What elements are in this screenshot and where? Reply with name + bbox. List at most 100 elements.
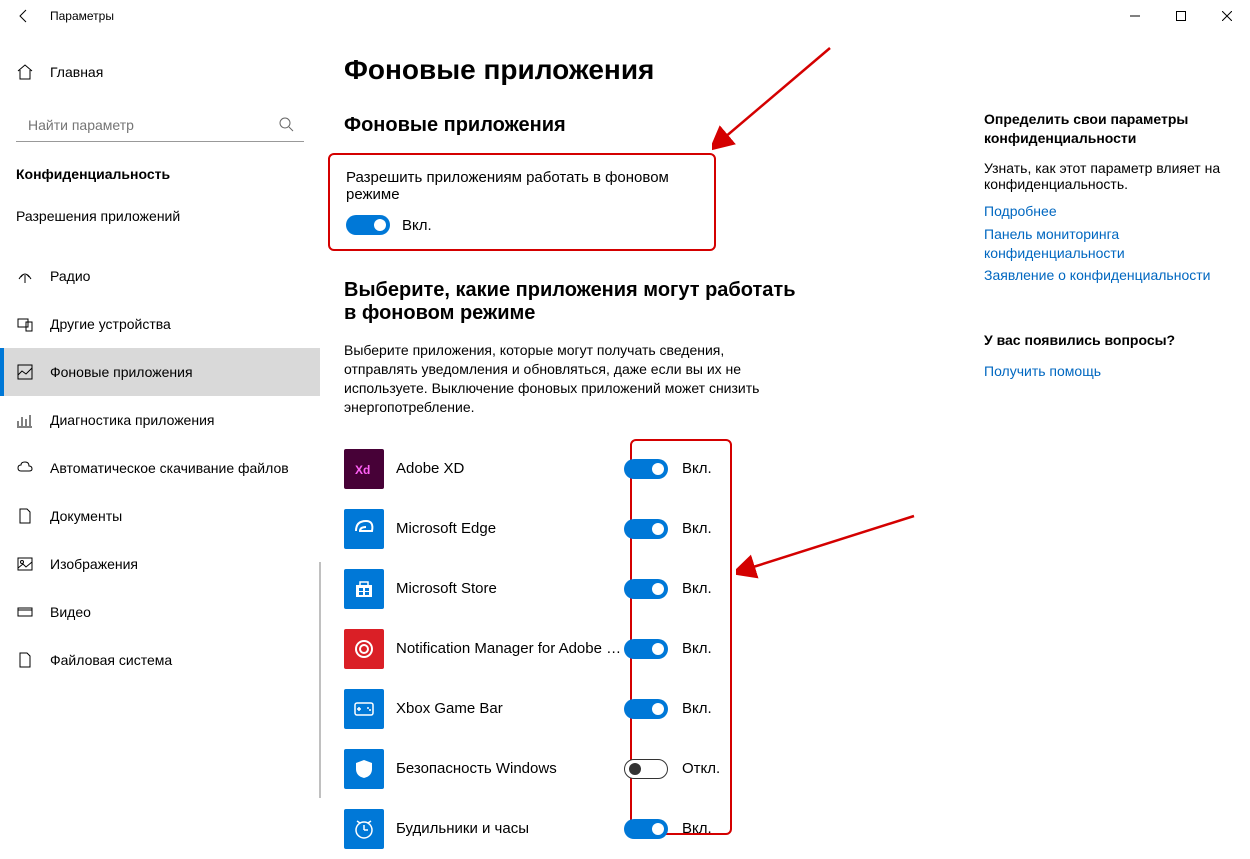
app-toggle-state: Откл. [682,760,720,777]
maximize-icon [1176,11,1186,21]
app-icon [344,749,384,789]
app-name: Microsoft Edge [384,520,624,537]
sidebar-item-filesystem[interactable]: Файловая система [0,636,320,684]
app-name: Безопасность Windows [384,760,624,777]
page-title: Фоновые приложения [344,54,984,86]
window-controls [1112,0,1250,32]
svg-text:Xd: Xd [355,463,370,477]
section-title-1: Фоновые приложения [344,114,984,137]
app-toggle[interactable] [624,759,668,779]
sidebar-item-radio[interactable]: Радио [0,252,320,300]
search-icon [278,116,294,132]
pictures-icon [16,555,34,573]
app-row: Xd Adobe XD Вкл. [344,439,984,499]
app-name: Будильники и часы [384,820,624,837]
section-description: Выберите приложения, которые могут получ… [344,341,774,417]
app-icon: Xd [344,449,384,489]
maximize-button[interactable] [1158,0,1204,32]
document-icon [16,507,34,525]
app-row: Microsoft Edge Вкл. [344,499,984,559]
titlebar: Параметры [0,0,1250,32]
sidebar-item-videos[interactable]: Видео [0,588,320,636]
scrollbar[interactable] [319,562,321,798]
app-icon [344,689,384,729]
sidebar-item-label: Автоматическое скачивание файлов [50,460,289,476]
minimize-button[interactable] [1112,0,1158,32]
video-icon [16,603,34,621]
app-toggle-state: Вкл. [682,820,712,837]
search-input[interactable] [16,108,304,142]
sidebar-item-label: Другие устройства [50,316,171,332]
link-privacy-dashboard[interactable]: Панель мониторинга конфиденциальности [984,225,1244,263]
sidebar-home-label: Главная [50,64,103,80]
app-toggle-state: Вкл. [682,640,712,657]
file-icon [16,651,34,669]
apps-list: Xd Adobe XD Вкл. Microsoft Edge Вкл. Mic… [344,439,984,859]
app-toggle-state: Вкл. [682,580,712,597]
sidebar-item-downloads[interactable]: Автоматическое скачивание файлов [0,444,320,492]
app-icon [344,569,384,609]
app-toggle-state: Вкл. [682,520,712,537]
app-toggle[interactable] [624,699,668,719]
sidebar-item-background-apps[interactable]: Фоновые приложения [0,348,320,396]
sidebar-item-label: Диагностика приложения [50,412,214,428]
minimize-icon [1130,11,1140,21]
privacy-text: Узнать, как этот параметр влияет на конф… [984,160,1244,192]
app-name: Xbox Game Bar [384,700,624,717]
app-row: Будильники и часы Вкл. [344,799,984,859]
arrow-left-icon [16,8,32,24]
search-box[interactable] [16,108,304,142]
window-title: Параметры [48,9,114,23]
app-toggle[interactable] [624,519,668,539]
link-learn-more[interactable]: Подробнее [984,202,1244,221]
master-toggle[interactable] [346,215,390,235]
close-button[interactable] [1204,0,1250,32]
app-icon [344,809,384,849]
app-toggle[interactable] [624,639,668,659]
app-row: Microsoft Store Вкл. [344,559,984,619]
app-toggle[interactable] [624,819,668,839]
app-toggle-state: Вкл. [682,700,712,717]
permissions-section-label: Разрешения приложений [0,190,320,226]
app-name: Adobe XD [384,460,624,477]
sidebar-item-label: Видео [50,604,91,620]
master-toggle-highlight: Разрешить приложениям работать в фоновом… [328,153,716,251]
sidebar-item-pictures[interactable]: Изображения [0,540,320,588]
app-icon [344,509,384,549]
sidebar-item-diagnostics[interactable]: Диагностика приложения [0,396,320,444]
home-icon [16,63,34,81]
back-button[interactable] [0,0,48,32]
close-icon [1222,11,1232,21]
sidebar-item-label: Радио [50,268,90,284]
sidebar-home[interactable]: Главная [0,52,320,92]
sidebar-item-label: Изображения [50,556,138,572]
cloud-download-icon [16,459,34,477]
questions-heading: У вас появились вопросы? [984,331,1244,350]
sidebar-item-label: Документы [50,508,122,524]
diagnostics-icon [16,411,34,429]
app-name: Notification Manager for Adobe Cre... [384,640,624,657]
sidebar-item-devices[interactable]: Другие устройства [0,300,320,348]
app-row: Безопасность Windows Откл. [344,739,984,799]
privacy-heading: Определить свои параметры конфиденциальн… [984,110,1244,148]
link-get-help[interactable]: Получить помощь [984,362,1244,381]
devices-icon [16,315,34,333]
app-toggle[interactable] [624,579,668,599]
app-icon [344,629,384,669]
background-apps-icon [16,363,34,381]
sidebar-item-label: Фоновые приложения [50,364,193,380]
app-row: Notification Manager for Adobe Cre... Вк… [344,619,984,679]
allow-background-label: Разрешить приложениям работать в фоновом… [346,169,698,203]
right-panel: Определить свои параметры конфиденциальн… [984,54,1244,798]
sidebar-nav: Радио Другие устройства Фоновые приложен… [0,252,320,684]
sidebar: Главная Конфиденциальность Разрешения пр… [0,32,320,798]
radio-icon [16,267,34,285]
sidebar-item-documents[interactable]: Документы [0,492,320,540]
link-privacy-statement[interactable]: Заявление о конфиденциальности [984,266,1244,285]
app-name: Microsoft Store [384,580,624,597]
privacy-section-label: Конфиденциальность [0,142,320,190]
app-row: Xbox Game Bar Вкл. [344,679,984,739]
section-title-2: Выберите, какие приложения могут работат… [344,279,804,325]
app-toggle[interactable] [624,459,668,479]
main-content: Фоновые приложения Фоновые приложения Ра… [344,54,984,798]
